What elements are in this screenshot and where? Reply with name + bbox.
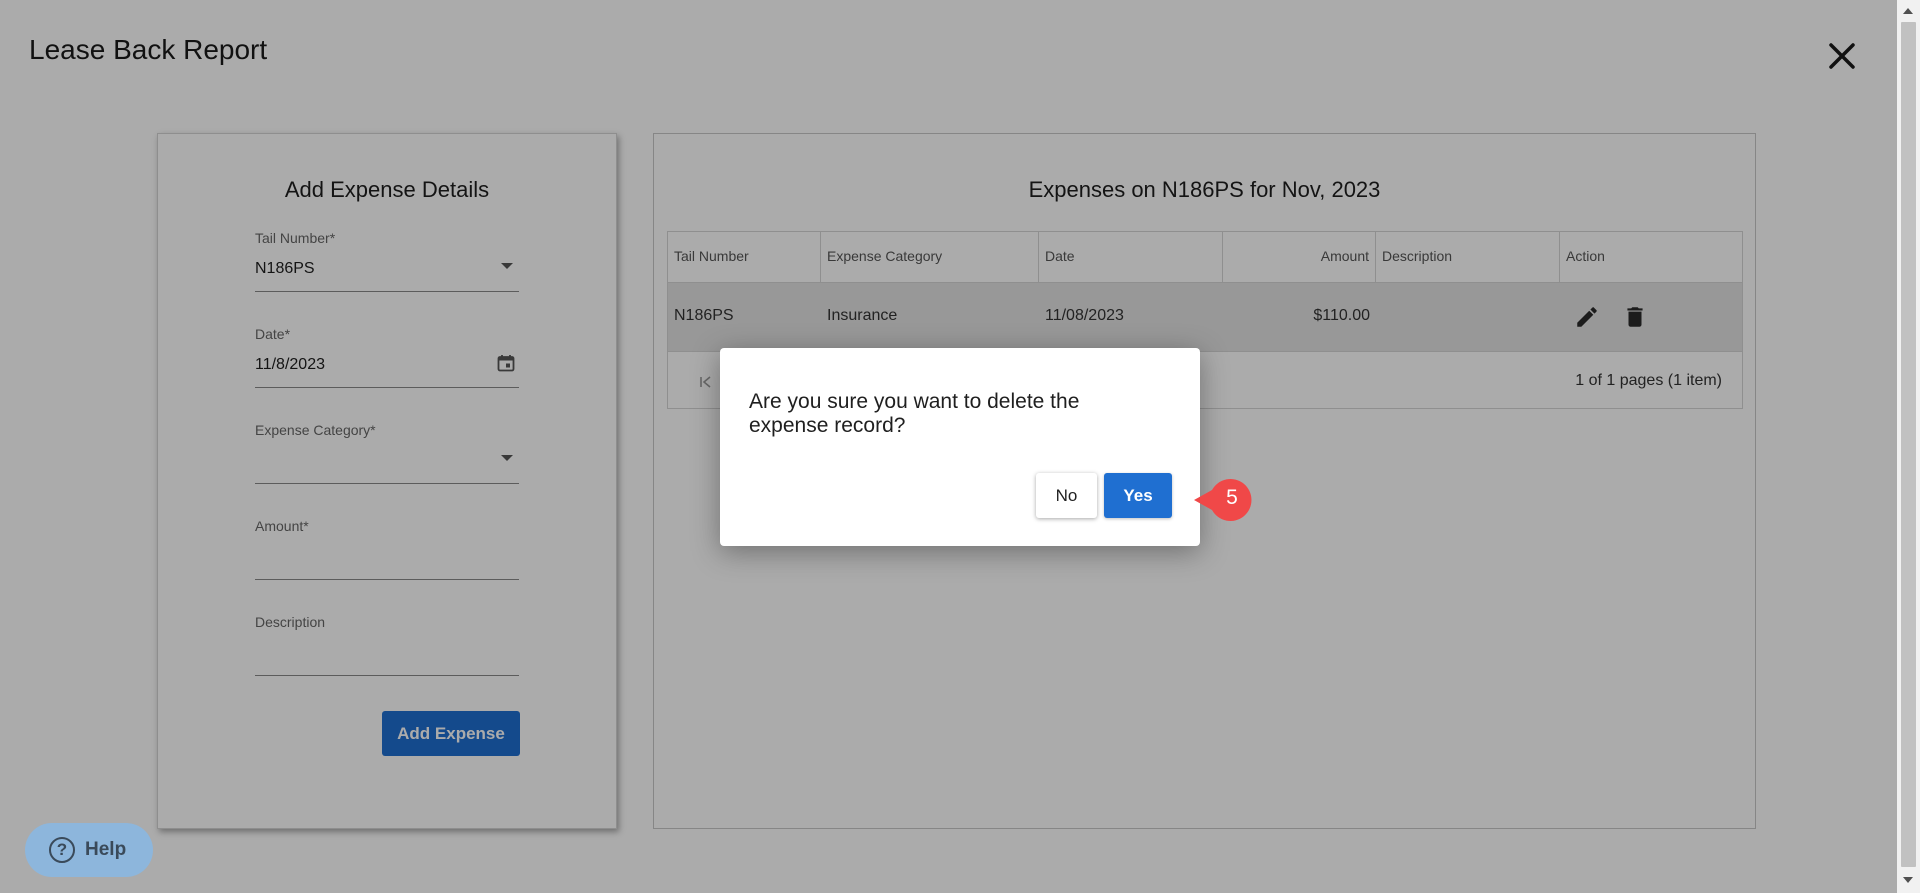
help-button[interactable]: ? Help: [25, 823, 153, 877]
help-icon: ?: [49, 837, 75, 863]
delete-confirm-dialog: Are you sure you want to delete the expe…: [720, 348, 1200, 546]
scroll-down-icon[interactable]: [1903, 877, 1913, 883]
scroll-up-icon[interactable]: [1903, 8, 1913, 14]
help-label: Help: [85, 839, 127, 860]
yes-button[interactable]: Yes: [1104, 473, 1172, 518]
dialog-message: Are you sure you want to delete the expe…: [749, 390, 1080, 437]
no-button[interactable]: No: [1036, 473, 1097, 518]
step-badge: 5: [1226, 486, 1238, 509]
scroll-thumb[interactable]: [1901, 22, 1916, 867]
scrollbar[interactable]: [1897, 0, 1920, 893]
